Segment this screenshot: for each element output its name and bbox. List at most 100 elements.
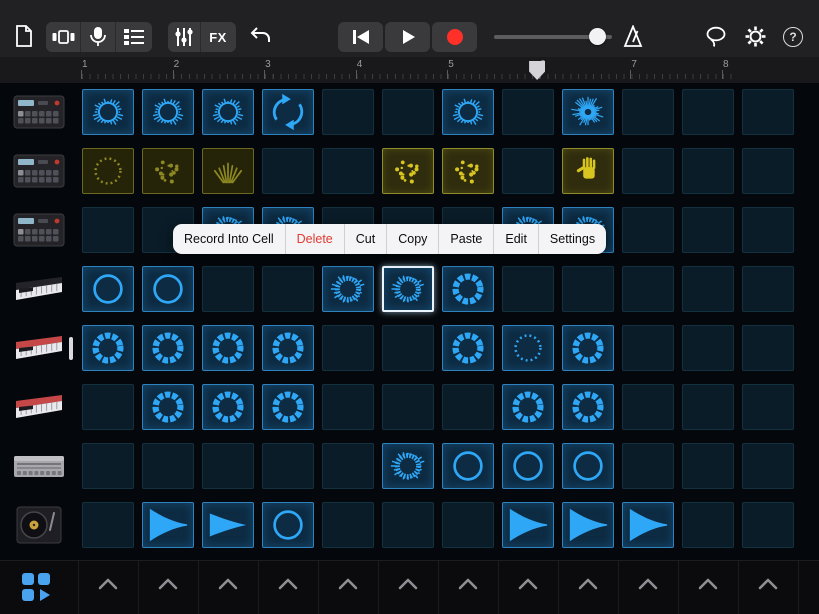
sidebar-resize-handle[interactable] [69, 337, 73, 360]
grid-cell-loop-blob[interactable] [82, 325, 134, 371]
grid-cell-empty[interactable] [622, 266, 674, 312]
column-trigger-chevron-button[interactable] [82, 574, 134, 592]
grid-cell-empty[interactable] [382, 89, 434, 135]
metronome-icon[interactable] [622, 25, 644, 48]
grid-cell-loop-dots[interactable] [382, 148, 434, 194]
grid-cell-empty[interactable] [682, 89, 734, 135]
column-trigger-chevron-button[interactable] [622, 574, 674, 592]
grid-cell-empty[interactable] [322, 502, 374, 548]
grid-cell-empty[interactable] [682, 148, 734, 194]
track-icon-red-keyboard[interactable] [9, 384, 69, 430]
context-menu-item-settings[interactable]: Settings [539, 224, 606, 254]
grid-cell-loop-spiky[interactable] [142, 89, 194, 135]
grid-cell-empty[interactable] [82, 207, 134, 253]
grid-cell-loop-spiky[interactable] [202, 89, 254, 135]
context-menu-item-record-into-cell[interactable]: Record Into Cell [173, 224, 285, 254]
grid-cell-loop-decay[interactable] [622, 502, 674, 548]
undo-icon[interactable] [249, 25, 273, 47]
grid-cell-loop-ring[interactable] [142, 266, 194, 312]
grid-cell-loop-decay[interactable] [502, 502, 554, 548]
grid-cell-loop-arrows[interactable] [262, 89, 314, 135]
loop-browser-icon[interactable] [705, 26, 727, 48]
grid-cell-empty[interactable] [682, 443, 734, 489]
column-trigger-chevron-button[interactable] [322, 574, 374, 592]
grid-cell-empty[interactable] [382, 325, 434, 371]
grid-cell-empty[interactable] [82, 384, 134, 430]
grid-cell-empty[interactable] [502, 266, 554, 312]
context-menu-item-delete[interactable]: Delete [286, 224, 344, 254]
column-trigger-chevron-button[interactable] [142, 574, 194, 592]
timeline-ruler[interactable]: 12345678 [0, 57, 819, 83]
grid-cell-empty[interactable] [82, 443, 134, 489]
grid-cell-loop-blob[interactable] [202, 384, 254, 430]
grid-cell-loop-dotring[interactable] [82, 148, 134, 194]
grid-cell-empty[interactable] [322, 148, 374, 194]
grid-cell-loop-blob[interactable] [562, 325, 614, 371]
grid-cell-empty[interactable] [682, 325, 734, 371]
grid-cell-empty[interactable] [262, 266, 314, 312]
grid-cell-empty[interactable] [322, 443, 374, 489]
grid-cell-empty[interactable] [742, 384, 794, 430]
grid-cell-loop-decay2[interactable] [202, 502, 254, 548]
grid-cell-empty[interactable] [622, 443, 674, 489]
fx-button[interactable]: FX [201, 22, 235, 52]
grid-cell-empty[interactable] [322, 325, 374, 371]
grid-cell-loop-spiky[interactable] [82, 89, 134, 135]
grid-cell-loop-ring[interactable] [82, 266, 134, 312]
tracks-view-button[interactable] [116, 22, 151, 52]
grid-cell-loop-blob[interactable] [442, 325, 494, 371]
grid-cell-empty[interactable] [382, 384, 434, 430]
grid-cell-empty[interactable] [142, 443, 194, 489]
grid-cell-empty[interactable] [622, 207, 674, 253]
grid-cell-loop-blob[interactable] [142, 384, 194, 430]
grid-cell-loop-wave[interactable] [382, 443, 434, 489]
grid-cell-empty[interactable] [742, 502, 794, 548]
grid-cell-loop-decay[interactable] [142, 502, 194, 548]
column-trigger-chevron-button[interactable] [382, 574, 434, 592]
rewind-button[interactable] [338, 22, 383, 52]
grid-cell-empty[interactable] [322, 89, 374, 135]
grid-cell-empty[interactable] [622, 325, 674, 371]
grid-cell-empty[interactable] [622, 148, 674, 194]
track-icon-red-keyboard[interactable] [9, 325, 69, 371]
track-icon-turntable[interactable] [9, 502, 69, 548]
context-menu-item-cut[interactable]: Cut [345, 224, 386, 254]
grid-cell-empty[interactable] [742, 207, 794, 253]
grid-cell-empty[interactable] [202, 443, 254, 489]
column-trigger-chevron-button[interactable] [442, 574, 494, 592]
grid-cell-empty[interactable] [682, 207, 734, 253]
grid-cell-empty[interactable] [682, 502, 734, 548]
grid-cell-empty[interactable] [682, 266, 734, 312]
grid-cell-loop-ring[interactable] [262, 502, 314, 548]
grid-cell-empty[interactable] [442, 384, 494, 430]
grid-cell-loop-ring[interactable] [442, 443, 494, 489]
grid-cell-empty[interactable] [262, 443, 314, 489]
track-icon-drum-machine[interactable] [9, 207, 69, 253]
column-trigger-chevron-button[interactable] [202, 574, 254, 592]
grid-cell-empty[interactable] [322, 384, 374, 430]
grid-cell-loop-blob[interactable] [262, 325, 314, 371]
track-icon-synth-keyboard[interactable] [9, 266, 69, 312]
grid-cell-empty[interactable] [742, 148, 794, 194]
grid-cell-loop-dots[interactable] [442, 148, 494, 194]
volume-slider-thumb[interactable] [589, 28, 606, 45]
document-icon[interactable] [12, 24, 36, 48]
grid-cell-loop-wave[interactable] [322, 266, 374, 312]
grid-cell-loop-streaks[interactable] [202, 148, 254, 194]
grid-cell-empty[interactable] [442, 502, 494, 548]
grid-cell-loop-hand[interactable] [562, 148, 614, 194]
grid-cell-empty[interactable] [622, 384, 674, 430]
column-trigger-chevron-button[interactable] [502, 574, 554, 592]
microphone-button[interactable] [81, 22, 116, 52]
grid-cell-empty[interactable] [382, 502, 434, 548]
grid-cell-empty[interactable] [742, 443, 794, 489]
grid-cell-empty[interactable] [742, 266, 794, 312]
grid-cell-empty[interactable] [502, 148, 554, 194]
grid-cell-loop-blob[interactable] [202, 325, 254, 371]
grid-cell-empty[interactable] [562, 266, 614, 312]
grid-cell-loop-decay[interactable] [562, 502, 614, 548]
grid-cell-loop-dotring[interactable] [502, 325, 554, 371]
column-trigger-chevron-button[interactable] [262, 574, 314, 592]
grid-cell-loop-blob[interactable] [502, 384, 554, 430]
context-menu-item-edit[interactable]: Edit [494, 224, 538, 254]
